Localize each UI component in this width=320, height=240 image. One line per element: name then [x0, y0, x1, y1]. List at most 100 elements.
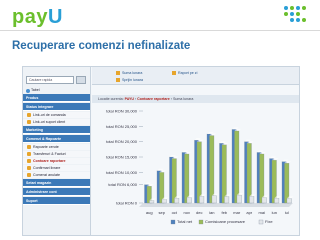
x-tick-label: nov: [184, 210, 190, 215]
x-tick-label: iul: [285, 210, 289, 215]
bar-fixe: [274, 197, 280, 204]
nav-label: Comenzi anulate: [33, 173, 60, 177]
x-tick-label: dec: [196, 210, 202, 215]
x-tick-label: iun: [272, 210, 277, 215]
bar-comisioane-procesare: [184, 153, 190, 204]
bar-comisioane-procesare: [234, 130, 240, 204]
nav-item-10[interactable]: Confirmari livrare: [23, 165, 90, 171]
bar-comisioane-procesare: [221, 144, 227, 204]
page-icon: [27, 120, 31, 124]
x-tick-label: oct: [172, 210, 178, 215]
embedded-screenshot: Cautare rapida Tabel Produs Status integra…: [22, 66, 300, 236]
chart-canvas: total RON 30,000 total RON 25,000 total RO…: [106, 109, 294, 225]
page-icon: [27, 159, 31, 163]
slide-header: payU Recuperare comenzi nefinalizate: [0, 0, 320, 56]
x-tick-label: mar: [233, 210, 241, 215]
bar-comisioane-procesare: [246, 143, 252, 204]
nav-item-7[interactable]: Rapoarte cerute: [23, 144, 90, 150]
breadcrumb-prefix: Locatie curenta:: [98, 97, 124, 101]
breadcrumb-current: Suma lunara: [172, 97, 194, 101]
x-tick-label: feb: [221, 210, 227, 215]
page-icon: [27, 166, 31, 170]
nav-label: Contoare raportare: [33, 159, 66, 163]
nav-label: Confirmari livrare: [33, 166, 61, 170]
bar-fixe: [286, 198, 292, 204]
bar-fixe: [199, 196, 205, 204]
page-icon: [27, 173, 31, 177]
bar-comisioane-procesare: [259, 153, 265, 204]
nav-item-0[interactable]: Tabel: [23, 87, 90, 94]
y-tick-label: total RON 25,000: [106, 124, 138, 129]
nav-label: Status integrare: [26, 105, 54, 109]
nav-item-3[interactable]: Link-uri de comanda: [23, 112, 90, 118]
bar-fixe: [236, 194, 242, 204]
nav-label: Administrare cont: [26, 190, 57, 194]
nav-section-2[interactable]: Status integrare: [23, 103, 90, 111]
nav-label: Tabel: [31, 88, 40, 92]
bar-fixe: [149, 200, 155, 204]
nav-label: Link-uri de comanda: [33, 113, 66, 117]
bar-comisioane-procesare: [271, 159, 277, 204]
sidebar: Cautare rapida Tabel Produs Status integra…: [23, 67, 91, 235]
nav-item-11[interactable]: Comenzi anulate: [23, 172, 90, 178]
x-tick-label: sep: [159, 210, 166, 215]
breadcrumb-item[interactable]: PAYU: [125, 97, 134, 101]
nav-section-13[interactable]: Administrare cont: [23, 188, 90, 196]
decorative-dots-icon: [282, 4, 312, 28]
bar-fixe: [211, 195, 217, 204]
x-tick-label: aug: [146, 210, 153, 215]
nav-label: Rapoarte cerute: [33, 145, 59, 149]
report-icon: [116, 78, 120, 83]
search-button[interactable]: [76, 76, 86, 84]
quick-link-monthly[interactable]: Suma lunara: [116, 71, 142, 76]
nav-label: Produs: [26, 96, 39, 100]
legend-label: Fixe: [265, 219, 273, 224]
bar-comisioane-procesare: [171, 158, 177, 204]
y-tick-label: total RON 0: [116, 201, 138, 206]
bar-fixe: [261, 197, 267, 204]
nav-section-12[interactable]: Setari magazin: [23, 179, 90, 187]
y-tick-label: total RON 20,000: [106, 139, 138, 144]
report-icon: [116, 71, 120, 76]
y-tick-label: total RON 10,000: [106, 170, 138, 175]
report-icon: [172, 71, 176, 76]
payu-logo: payU: [12, 6, 63, 28]
x-tick-label: apr: [246, 210, 252, 215]
nav-item-9[interactable]: Contoare raportare: [23, 158, 90, 164]
bar-comisioane-procesare: [209, 135, 215, 204]
x-tick-label: ian: [209, 210, 214, 215]
quick-link-support[interactable]: Sprijin lunara: [116, 78, 143, 83]
bar-fixe: [174, 197, 180, 204]
dashboard-icon: [26, 88, 30, 93]
slide-title: Recuperare comenzi nefinalizate: [12, 40, 191, 52]
nav-label: Setari magazin: [26, 181, 52, 185]
breadcrumb: Locatie curenta: PAYU › Contoare raporta…: [92, 95, 299, 103]
search-input[interactable]: Cautare rapida: [26, 76, 74, 84]
y-tick-label: total RON 30,000: [106, 109, 138, 114]
legend-label: Comisioane procesare: [205, 219, 246, 224]
breadcrumb-item[interactable]: Contoare raportare: [137, 97, 170, 101]
bar-fixe: [186, 197, 192, 204]
nav-label: Transferuri & Facturi: [33, 152, 66, 156]
legend-label: Total net: [177, 219, 193, 224]
header-divider: [0, 30, 320, 31]
nav-label: Comenzi & Rapoarte: [26, 137, 62, 141]
monthly-sales-chart: total RON 30,000 total RON 25,000 total RO…: [101, 107, 297, 235]
nav-item-4[interactable]: Link-uri suport client: [23, 119, 90, 125]
quick-link-daily[interactable]: Raport pe zi: [172, 71, 197, 76]
nav-section-6[interactable]: Comenzi & Rapoarte: [23, 135, 90, 143]
nav-section-1[interactable]: Produs: [23, 94, 90, 102]
nav-item-8[interactable]: Transferuri & Facturi: [23, 151, 90, 157]
legend-swatch: [258, 219, 264, 225]
legend-swatch: [198, 219, 204, 225]
page-icon: [27, 152, 31, 156]
nav-section-14[interactable]: Suport: [23, 197, 90, 205]
y-tick-label: total RON 15,000: [106, 155, 138, 160]
nav-label: Marketing: [26, 128, 43, 132]
nav-section-5[interactable]: Marketing: [23, 126, 90, 134]
bar-fixe: [249, 196, 255, 204]
bar-fixe: [224, 196, 230, 204]
y-tick-label: total RON 6,000: [108, 182, 137, 187]
nav-label: Suport: [26, 199, 38, 203]
bar-comisioane-procesare: [196, 141, 202, 204]
